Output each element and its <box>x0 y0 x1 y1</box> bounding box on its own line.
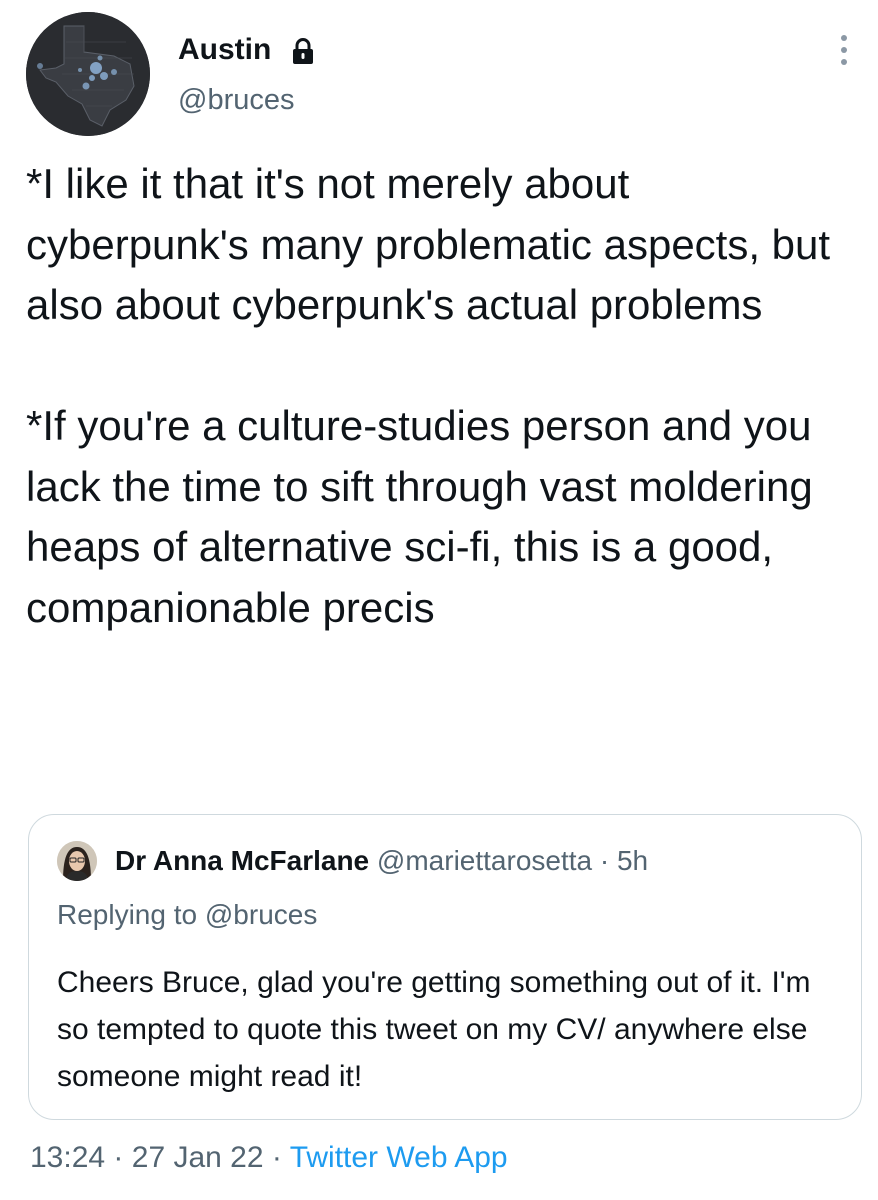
tweet-source-link[interactable]: Twitter Web App <box>290 1141 508 1174</box>
tweet: Austin @bruces *I like it that it's not … <box>0 0 878 1200</box>
tweet-text: *I like it that it's not merely about cy… <box>26 160 831 631</box>
tweet-footer: 13:24 · 27 Jan 22 · Twitter Web App <box>30 1136 508 1180</box>
author-avatar[interactable] <box>26 12 150 136</box>
quote-author-handle: @mariettarosetta <box>376 845 593 876</box>
quote-separator: · <box>599 845 610 876</box>
quote-header: Dr Anna McFarlane @mariettarosetta · 5h <box>115 841 648 881</box>
tweet-time[interactable]: 13:24 <box>30 1141 105 1174</box>
quote-avatar-image <box>57 841 97 881</box>
quote-text: Cheers Bruce, glad you're getting someth… <box>57 966 811 1093</box>
quote-age: 5h <box>616 845 649 876</box>
more-vertical-icon[interactable] <box>832 28 856 72</box>
author-name[interactable]: Austin <box>178 30 271 70</box>
quote-author-name[interactable]: Dr Anna McFarlane <box>115 845 369 876</box>
quoted-tweet-card[interactable]: Dr Anna McFarlane @mariettarosetta · 5h … <box>28 814 862 1120</box>
texas-map-image <box>26 12 150 136</box>
replying-mention[interactable]: @bruces <box>205 899 317 930</box>
quote-author-avatar[interactable] <box>57 841 97 881</box>
quote-replying-to: Replying to @bruces <box>57 895 317 935</box>
replying-prefix: Replying to <box>57 899 198 930</box>
tweet-date[interactable]: 27 Jan 22 <box>132 1141 264 1174</box>
footer-separator: · <box>113 1141 124 1174</box>
lock-icon <box>293 38 313 64</box>
author-handle: @bruces <box>178 84 295 116</box>
footer-separator: · <box>271 1141 282 1174</box>
